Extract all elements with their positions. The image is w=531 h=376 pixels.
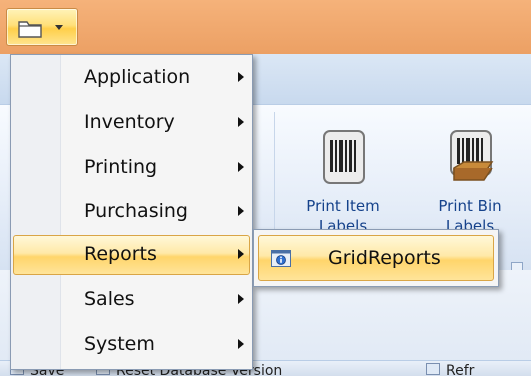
menu-item-label: Application	[84, 66, 191, 88]
application-menu-button[interactable]	[6, 8, 78, 46]
chevron-right-icon	[238, 339, 244, 349]
folder-icon	[18, 21, 42, 38]
refresh-icon	[426, 363, 440, 375]
menu-item-gridreports[interactable]: GridReports	[258, 235, 494, 281]
title-bar	[0, 0, 531, 54]
print-bin-labels-line1: Print Bin	[438, 197, 502, 215]
print-item-labels-line1: Print Item	[306, 197, 380, 215]
menu-item-application[interactable]: Application	[13, 58, 250, 98]
report-icon	[271, 250, 291, 267]
reports-submenu: GridReports	[253, 229, 499, 287]
menu-item-label: Reports	[84, 243, 157, 265]
menu-item-reports[interactable]: Reports	[13, 235, 250, 275]
chevron-right-icon	[238, 117, 244, 127]
menu-item-label: Inventory	[84, 111, 175, 133]
menu-item-printing[interactable]: Printing	[13, 148, 250, 188]
chevron-right-icon	[238, 72, 244, 82]
chevron-right-icon	[238, 162, 244, 172]
menu-item-label: System	[84, 333, 155, 355]
chevron-right-icon	[238, 294, 244, 304]
menu-item-label: GridReports	[328, 247, 441, 269]
barcode-icon	[323, 130, 365, 184]
barcode-bin-icon	[450, 130, 494, 181]
menu-item-label: Purchasing	[84, 200, 188, 222]
menu-item-sales[interactable]: Sales	[13, 280, 250, 320]
refresh-button[interactable]: Refr	[446, 363, 474, 376]
print-item-labels-button[interactable]: Print Item Labels	[283, 112, 403, 242]
print-bin-labels-button[interactable]: Print Bin Labels	[410, 112, 530, 242]
menu-item-label: Printing	[84, 156, 158, 178]
chevron-right-icon	[238, 206, 244, 216]
menu-item-system[interactable]: System	[13, 325, 250, 365]
chevron-down-icon	[55, 25, 63, 30]
menu-item-inventory[interactable]: Inventory	[13, 103, 250, 143]
menu-item-label: Sales	[84, 288, 135, 310]
chevron-right-icon	[238, 249, 244, 259]
menu-item-purchasing[interactable]: Purchasing	[13, 192, 250, 232]
application-menu: Application Inventory Printing Purchasin…	[10, 54, 253, 370]
